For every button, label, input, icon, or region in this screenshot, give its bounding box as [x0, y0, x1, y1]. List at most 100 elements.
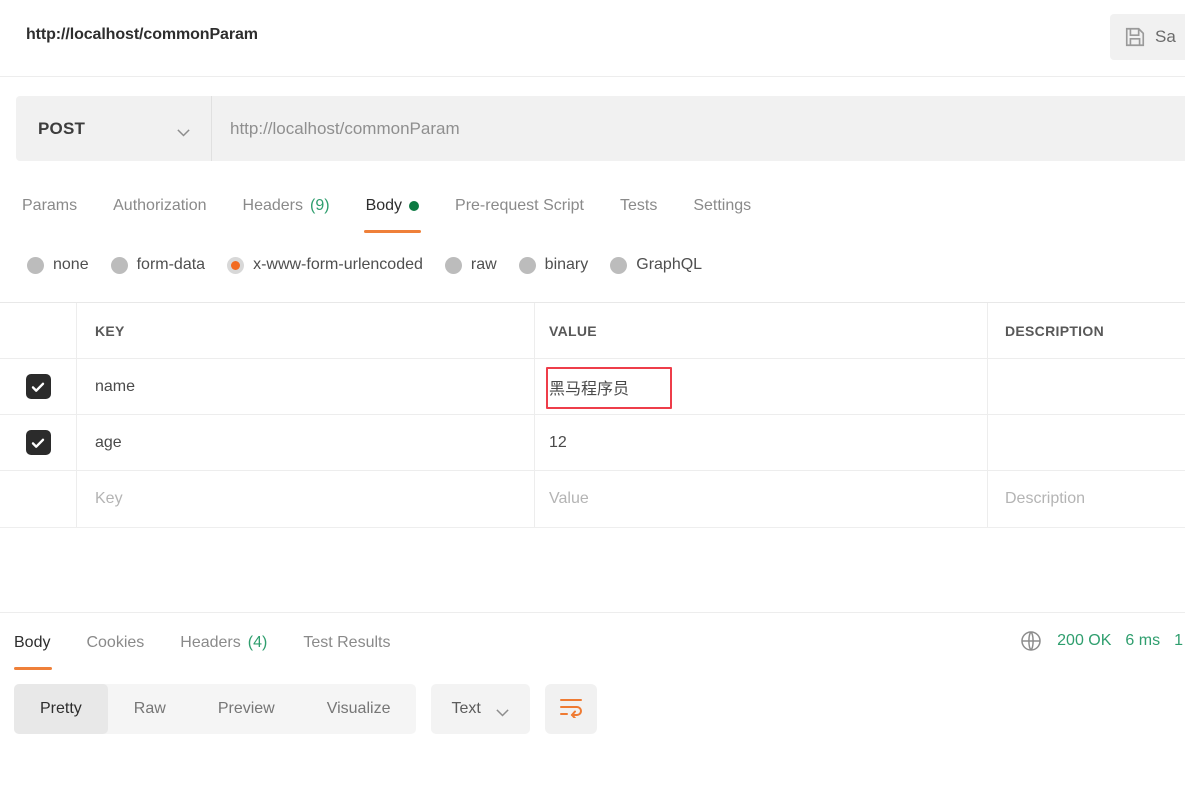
- params-table: KEY VALUE DESCRIPTION name 黑马程序员 age 12 …: [0, 302, 1185, 528]
- format-dropdown[interactable]: Text: [431, 684, 530, 734]
- checkbox-checked-icon[interactable]: [25, 430, 51, 455]
- wrap-text-button[interactable]: [544, 684, 597, 734]
- new-value-input[interactable]: Value: [535, 471, 988, 527]
- row-value-cell[interactable]: 12: [535, 415, 988, 470]
- body-type-label: form-data: [136, 256, 206, 273]
- body-type-radio-group: none form-data x-www-form-urlencoded raw…: [27, 251, 702, 279]
- response-section-divider: [0, 612, 1185, 613]
- method-selector[interactable]: POST: [16, 96, 212, 161]
- segment-label: Preview: [217, 700, 275, 717]
- new-key-input[interactable]: Key: [77, 471, 535, 527]
- body-type-label: none: [53, 256, 89, 273]
- tab-label: Settings: [693, 197, 752, 214]
- row-description-cell[interactable]: [988, 415, 1185, 470]
- row-key-value: age: [95, 433, 122, 451]
- title-bar: http://localhost/commonParam Sa: [0, 0, 1185, 77]
- tab-label: Body: [365, 197, 403, 214]
- table-row: age 12: [0, 415, 1185, 471]
- chevron-down-icon: [176, 124, 191, 137]
- header-description: DESCRIPTION: [1005, 322, 1104, 339]
- active-tab-underline: [363, 230, 422, 233]
- new-description-placeholder: Description: [1005, 490, 1086, 507]
- response-body-code[interactable]: 1 {'module':'common param'}: [0, 748, 1185, 792]
- view-raw[interactable]: Raw: [108, 684, 192, 734]
- new-description-input[interactable]: Description: [988, 471, 1185, 527]
- tab-count: (4): [247, 634, 268, 651]
- save-button[interactable]: Sa: [1110, 14, 1185, 60]
- header-value: VALUE: [549, 322, 597, 339]
- tab-label: Cookies: [86, 634, 145, 651]
- segment-label: Raw: [133, 700, 166, 717]
- table-row: name 黑马程序员: [0, 359, 1185, 415]
- response-tabs: Body Cookies Headers (4) Test Results: [0, 625, 900, 670]
- request-tab-title[interactable]: http://localhost/commonParam: [26, 26, 258, 44]
- tab-label: Headers: [242, 197, 303, 214]
- radio-selected-icon: [227, 256, 245, 274]
- header-key: KEY: [95, 322, 125, 339]
- body-type-binary[interactable]: binary: [518, 256, 588, 274]
- tab-count: (9): [310, 197, 330, 214]
- new-key-placeholder: Key: [95, 490, 123, 507]
- radio-icon: [610, 256, 628, 274]
- tab-params[interactable]: Params: [22, 188, 95, 224]
- row-key-value: name: [95, 377, 136, 395]
- checkbox-checked-icon[interactable]: [25, 374, 51, 399]
- body-type-none[interactable]: none: [27, 256, 89, 274]
- active-tab-underline: [14, 667, 53, 670]
- tab-settings[interactable]: Settings: [675, 188, 769, 224]
- save-button-label: Sa: [1155, 27, 1176, 46]
- body-modified-dot-icon: [409, 201, 420, 211]
- response-view-segments: Pretty Raw Preview Visualize: [14, 684, 417, 734]
- response-tab-test-results[interactable]: Test Results: [285, 625, 408, 661]
- radio-icon: [27, 256, 44, 274]
- wrap-text-icon: [558, 696, 584, 723]
- row-value-value: 12: [549, 433, 567, 451]
- row-value-value: 黑马程序员: [549, 378, 630, 398]
- tab-label: Body: [14, 634, 51, 651]
- tab-label: Headers: [180, 634, 241, 651]
- row-checkbox-cell[interactable]: [0, 359, 77, 414]
- response-time: 6 ms: [1125, 632, 1161, 649]
- body-type-label: GraphQL: [636, 256, 703, 273]
- tab-body[interactable]: Body: [348, 188, 437, 233]
- new-value-placeholder: Value: [549, 490, 589, 507]
- segment-label: Pretty: [40, 700, 82, 717]
- tab-tests[interactable]: Tests: [602, 188, 675, 224]
- radio-icon: [444, 256, 462, 274]
- view-visualize[interactable]: Visualize: [301, 684, 417, 734]
- view-preview[interactable]: Preview: [192, 684, 301, 734]
- method-label: POST: [38, 118, 86, 138]
- response-status-bar: 200 OK 6 ms 1: [1019, 626, 1185, 656]
- body-type-x-www-form-urlencoded[interactable]: x-www-form-urlencoded: [227, 256, 423, 274]
- radio-icon: [518, 256, 536, 274]
- postman-window: http://localhost/commonParam Sa POST htt…: [0, 0, 1185, 792]
- response-tab-headers[interactable]: Headers (4): [162, 625, 285, 661]
- response-tab-cookies[interactable]: Cookies: [68, 625, 162, 661]
- tab-label: Pre-request Script: [455, 197, 584, 214]
- url-input[interactable]: http://localhost/commonParam: [212, 96, 1185, 161]
- tab-headers[interactable]: Headers (9): [225, 188, 348, 224]
- tab-label: Authorization: [113, 197, 207, 214]
- row-value-cell[interactable]: 黑马程序员: [535, 359, 988, 414]
- tab-authorization[interactable]: Authorization: [95, 188, 224, 224]
- response-size: 1: [1174, 632, 1183, 649]
- tab-label: Test Results: [303, 634, 391, 651]
- body-type-graphql[interactable]: GraphQL: [610, 256, 702, 274]
- status-code: 200 OK: [1057, 632, 1112, 649]
- format-dropdown-label: Text: [451, 700, 481, 717]
- body-type-raw[interactable]: raw: [444, 256, 497, 274]
- row-description-cell[interactable]: [988, 359, 1185, 414]
- row-checkbox-cell[interactable]: [0, 415, 77, 470]
- globe-icon: [1019, 629, 1043, 653]
- table-placeholder-row: Key Value Description: [0, 471, 1185, 527]
- body-type-form-data[interactable]: form-data: [110, 256, 206, 274]
- header-cell-check: [0, 303, 77, 358]
- response-tab-body[interactable]: Body: [14, 625, 68, 670]
- tab-pre-request-script[interactable]: Pre-request Script: [437, 188, 602, 224]
- chevron-down-icon: [495, 705, 510, 717]
- view-pretty[interactable]: Pretty: [14, 684, 108, 734]
- row-key-cell[interactable]: name: [77, 359, 535, 414]
- row-checkbox-cell[interactable]: [0, 471, 77, 527]
- body-type-label: raw: [470, 256, 497, 273]
- row-key-cell[interactable]: age: [77, 415, 535, 470]
